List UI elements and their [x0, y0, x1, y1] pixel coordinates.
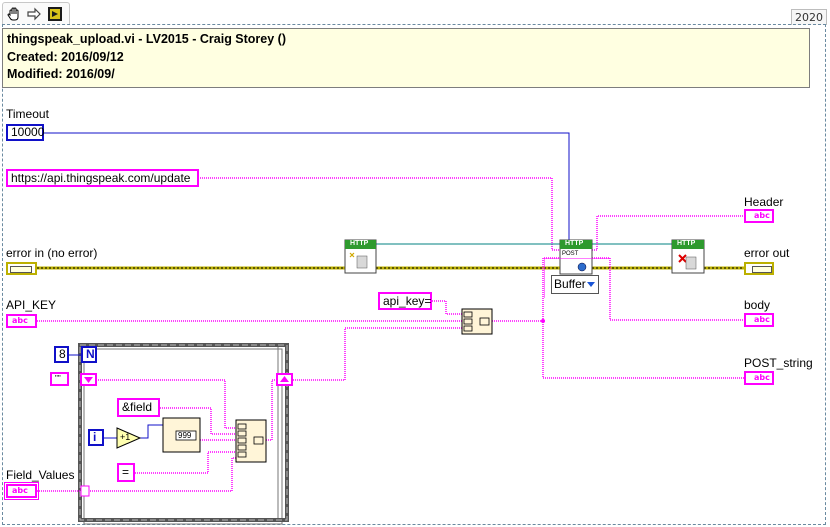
autoindex-tunnel[interactable] [80, 485, 90, 497]
open-node-badge: HTTP [350, 240, 369, 247]
api-key-terminal[interactable]: abc [6, 314, 37, 328]
body-indicator-glyph: abc [754, 315, 770, 324]
field-values-terminal-glyph: abc [12, 486, 28, 495]
close-node-badge: HTTP [677, 240, 696, 247]
field-prefix-constant[interactable]: &field [117, 398, 160, 417]
post-string-label: POST_string [744, 356, 813, 370]
concatenate-strings-node[interactable] [461, 308, 493, 335]
error-out-indicator[interactable] [744, 262, 774, 275]
url-wire[interactable] [198, 177, 560, 251]
post-string-wire[interactable] [492, 257, 744, 379]
loop-concatenate-node[interactable] [235, 419, 267, 463]
equals-constant[interactable]: = [117, 463, 135, 482]
field-values-label: Field_Values [6, 468, 75, 482]
loop-index-terminal[interactable]: i [88, 429, 104, 446]
body-label: body [744, 298, 771, 312]
increment-label: +1 [120, 432, 131, 442]
post-string-indicator-glyph: abc [754, 373, 770, 382]
header-indicator-glyph: abc [754, 211, 770, 220]
field-values-terminal[interactable]: abc [4, 482, 39, 500]
api-key-terminal-glyph: abc [12, 316, 28, 325]
loop-count-constant[interactable]: 8 [54, 346, 69, 363]
wire-junction [541, 319, 545, 323]
timeout-wire[interactable] [44, 132, 570, 243]
error-out-label: error out [744, 246, 790, 260]
number-format-label: 999 [178, 431, 192, 440]
timeout-control[interactable]: 10000 [6, 124, 44, 141]
loop-output-wire[interactable] [291, 327, 462, 381]
api-key-prefix-constant[interactable]: api_key= [378, 292, 432, 310]
chevron-down-icon [587, 282, 595, 287]
post-node-label: POST [562, 251, 579, 257]
buffer-selector[interactable]: Buffer [551, 275, 599, 294]
api-key-prefix-wire[interactable] [432, 300, 462, 315]
timeout-label: Timeout [6, 107, 49, 121]
api-key-label: API_KEY [6, 298, 57, 312]
post-string-indicator[interactable]: abc [744, 371, 774, 385]
empty-string-constant[interactable]: "" [50, 372, 69, 386]
error-in-terminal[interactable] [6, 262, 37, 275]
buffer-selector-value: Buffer [554, 277, 586, 291]
body-indicator[interactable]: abc [744, 313, 774, 327]
post-node-badge: HTTP [565, 240, 584, 247]
header-indicator[interactable]: abc [744, 209, 774, 223]
header-label: Header [744, 195, 784, 209]
loop-count-terminal[interactable]: N [81, 346, 97, 363]
block-diagram-wires [37, 132, 744, 525]
header-wire[interactable] [592, 215, 744, 251]
url-constant[interactable]: https://api.thingspeak.com/update [6, 169, 199, 187]
error-in-label: error in (no error) [6, 246, 98, 260]
